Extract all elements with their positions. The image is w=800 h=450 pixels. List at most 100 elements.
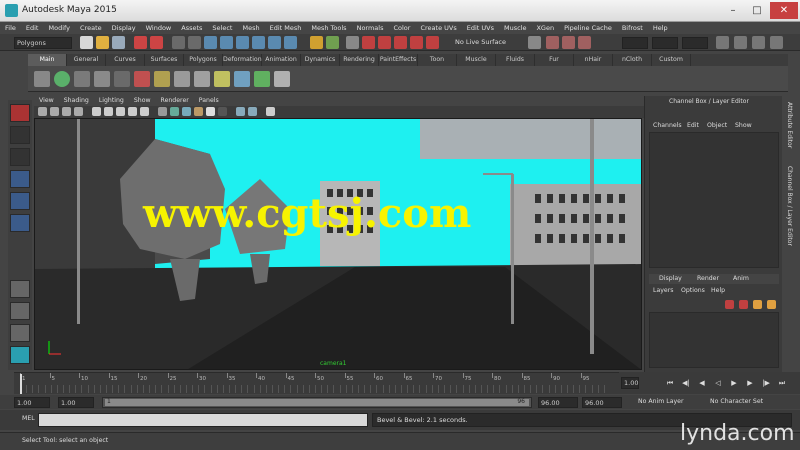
attribute-editor-toggle-icon[interactable] bbox=[734, 36, 747, 49]
menu-create[interactable]: Create bbox=[75, 22, 107, 34]
menu-select[interactable]: Select bbox=[207, 22, 237, 34]
sphere-icon[interactable] bbox=[54, 71, 70, 87]
menu-normals[interactable]: Normals bbox=[352, 22, 389, 34]
close-button[interactable]: ✕ bbox=[770, 2, 798, 19]
step-back-key-icon[interactable]: ◀| bbox=[681, 378, 691, 388]
current-time-indicator[interactable] bbox=[20, 374, 22, 394]
four-view-layout-icon[interactable] bbox=[10, 302, 30, 320]
image-plane-icon[interactable] bbox=[74, 107, 83, 116]
layer-menu-help[interactable]: Help bbox=[711, 287, 725, 294]
ipr-render-icon[interactable] bbox=[578, 36, 591, 49]
gate-mask-icon[interactable] bbox=[128, 107, 137, 116]
menu-mesh[interactable]: Mesh bbox=[237, 22, 264, 34]
command-language-label[interactable]: MEL bbox=[22, 415, 35, 422]
pick-misc-icon[interactable] bbox=[284, 36, 297, 49]
select-object-icon[interactable] bbox=[188, 36, 201, 49]
move-tool-icon[interactable] bbox=[10, 170, 30, 188]
open-scene-icon[interactable] bbox=[96, 36, 109, 49]
z-coordinate-field[interactable] bbox=[682, 37, 708, 49]
shelf-tab-toon[interactable]: Toon bbox=[418, 54, 457, 66]
menu-edit-uvs[interactable]: Edit UVs bbox=[462, 22, 499, 34]
redo-icon[interactable] bbox=[150, 36, 163, 49]
channel-menu-edit[interactable]: Edit bbox=[687, 122, 699, 129]
menu-pipeline-cache[interactable]: Pipeline Cache bbox=[559, 22, 617, 34]
shelf-tab-general[interactable]: General bbox=[67, 54, 106, 66]
select-component-icon[interactable] bbox=[204, 36, 217, 49]
panel-menu-renderer[interactable]: Renderer bbox=[156, 96, 194, 106]
xray-joints-icon[interactable] bbox=[248, 107, 257, 116]
shelf-tab-dynamics[interactable]: Dynamics bbox=[301, 54, 340, 66]
grid-icon[interactable] bbox=[92, 107, 101, 116]
layer-move-down-icon[interactable] bbox=[767, 300, 776, 309]
shelf-tab-surfaces[interactable]: Surfaces bbox=[145, 54, 184, 66]
shelf-tab-main[interactable]: Main bbox=[28, 54, 67, 66]
shelf-tab-animation[interactable]: Animation bbox=[262, 54, 301, 66]
layer-menu-options[interactable]: Options bbox=[681, 287, 705, 294]
channel-menu-object[interactable]: Object bbox=[707, 122, 727, 129]
select-camera-icon[interactable] bbox=[38, 107, 47, 116]
smooth-shade-icon[interactable] bbox=[170, 107, 179, 116]
select-tool-icon[interactable] bbox=[10, 104, 30, 122]
cylinder-icon[interactable] bbox=[94, 71, 110, 87]
channel-menu-channels[interactable]: Channels bbox=[653, 122, 682, 129]
wireframe-on-shaded-icon[interactable] bbox=[182, 107, 191, 116]
menu-bifrost[interactable]: Bifrost bbox=[617, 22, 648, 34]
menu-create-uvs[interactable]: Create UVs bbox=[415, 22, 461, 34]
shelf-tab-painteffects[interactable]: PaintEffects bbox=[379, 54, 418, 66]
snap-live-icon[interactable] bbox=[410, 36, 423, 49]
group-icon[interactable] bbox=[194, 71, 210, 87]
bookmark-icon[interactable] bbox=[62, 107, 71, 116]
save-scene-icon[interactable] bbox=[112, 36, 125, 49]
layer-tab-display[interactable]: Display bbox=[659, 275, 682, 282]
persp-outliner-layout-icon[interactable] bbox=[10, 324, 30, 342]
shelf-tab-curves[interactable]: Curves bbox=[106, 54, 145, 66]
shelf-tab-fluids[interactable]: Fluids bbox=[496, 54, 535, 66]
render-view-icon[interactable] bbox=[546, 36, 559, 49]
side-tab-channel-box[interactable]: Channel Box / Layer Editor bbox=[786, 166, 793, 246]
side-tab-attribute-editor[interactable]: Attribute Editor bbox=[786, 102, 793, 148]
lasso-tool-icon[interactable] bbox=[10, 126, 30, 144]
animation-start-field[interactable]: 1.00 bbox=[14, 397, 50, 408]
snap-curve-icon[interactable] bbox=[362, 36, 375, 49]
snap-point-icon[interactable] bbox=[378, 36, 391, 49]
pick-vertex-icon[interactable] bbox=[220, 36, 233, 49]
undo-icon[interactable] bbox=[134, 36, 147, 49]
panel-menu-view[interactable]: View bbox=[34, 96, 59, 106]
rotate-tool-icon[interactable] bbox=[10, 192, 30, 210]
menu-mesh-tools[interactable]: Mesh Tools bbox=[306, 22, 351, 34]
tool-settings-toggle-icon[interactable] bbox=[752, 36, 765, 49]
camera-attributes-icon[interactable] bbox=[50, 107, 59, 116]
x-coordinate-field[interactable] bbox=[622, 37, 648, 49]
y-coordinate-field[interactable] bbox=[652, 37, 678, 49]
go-to-end-icon[interactable]: ⏭ bbox=[777, 378, 787, 388]
range-slider[interactable]: 1 96 bbox=[102, 397, 532, 408]
menu-edit[interactable]: Edit bbox=[21, 22, 44, 34]
film-gate-icon[interactable] bbox=[104, 107, 113, 116]
panel-menu-show[interactable]: Show bbox=[129, 96, 156, 106]
menu-assets[interactable]: Assets bbox=[176, 22, 207, 34]
shelf-tab-rendering[interactable]: Rendering bbox=[340, 54, 379, 66]
snap-grid-icon[interactable] bbox=[346, 36, 359, 49]
playback-end-field[interactable]: 96.00 bbox=[538, 397, 578, 408]
select-hierarchy-icon[interactable] bbox=[172, 36, 185, 49]
playback-start-field[interactable]: 1.00 bbox=[58, 397, 94, 408]
pick-uv-icon[interactable] bbox=[268, 36, 281, 49]
perspective-viewport[interactable]: www.cgtsj.com camera1 bbox=[34, 118, 642, 370]
paint-select-tool-icon[interactable] bbox=[10, 148, 30, 166]
panel-menu-lighting[interactable]: Lighting bbox=[94, 96, 129, 106]
shelf-tab-muscle[interactable]: Muscle bbox=[457, 54, 496, 66]
outliner-layout-icon[interactable] bbox=[10, 346, 30, 364]
step-forward-frame-icon[interactable]: ▶ bbox=[745, 378, 755, 388]
shelf-settings-icon[interactable] bbox=[34, 71, 50, 87]
new-layer-icon[interactable] bbox=[725, 300, 734, 309]
time-slider[interactable]: 1 5 10 15 20 25 30 35 40 45 50 55 60 65 70 75 80 85 90 95 bbox=[14, 372, 619, 394]
resolution-gate-icon[interactable] bbox=[116, 107, 125, 116]
step-forward-key-icon[interactable]: |▶ bbox=[761, 378, 771, 388]
play-backwards-icon[interactable]: ◁ bbox=[713, 378, 723, 388]
ik-handle-icon[interactable] bbox=[234, 71, 250, 87]
layer-tab-anim[interactable]: Anim bbox=[733, 275, 749, 282]
menu-modify[interactable]: Modify bbox=[43, 22, 75, 34]
layer-tab-render[interactable]: Render bbox=[697, 275, 719, 282]
shelf-tab-ncloth[interactable]: nCloth bbox=[613, 54, 652, 66]
channel-menu-show[interactable]: Show bbox=[735, 122, 752, 129]
